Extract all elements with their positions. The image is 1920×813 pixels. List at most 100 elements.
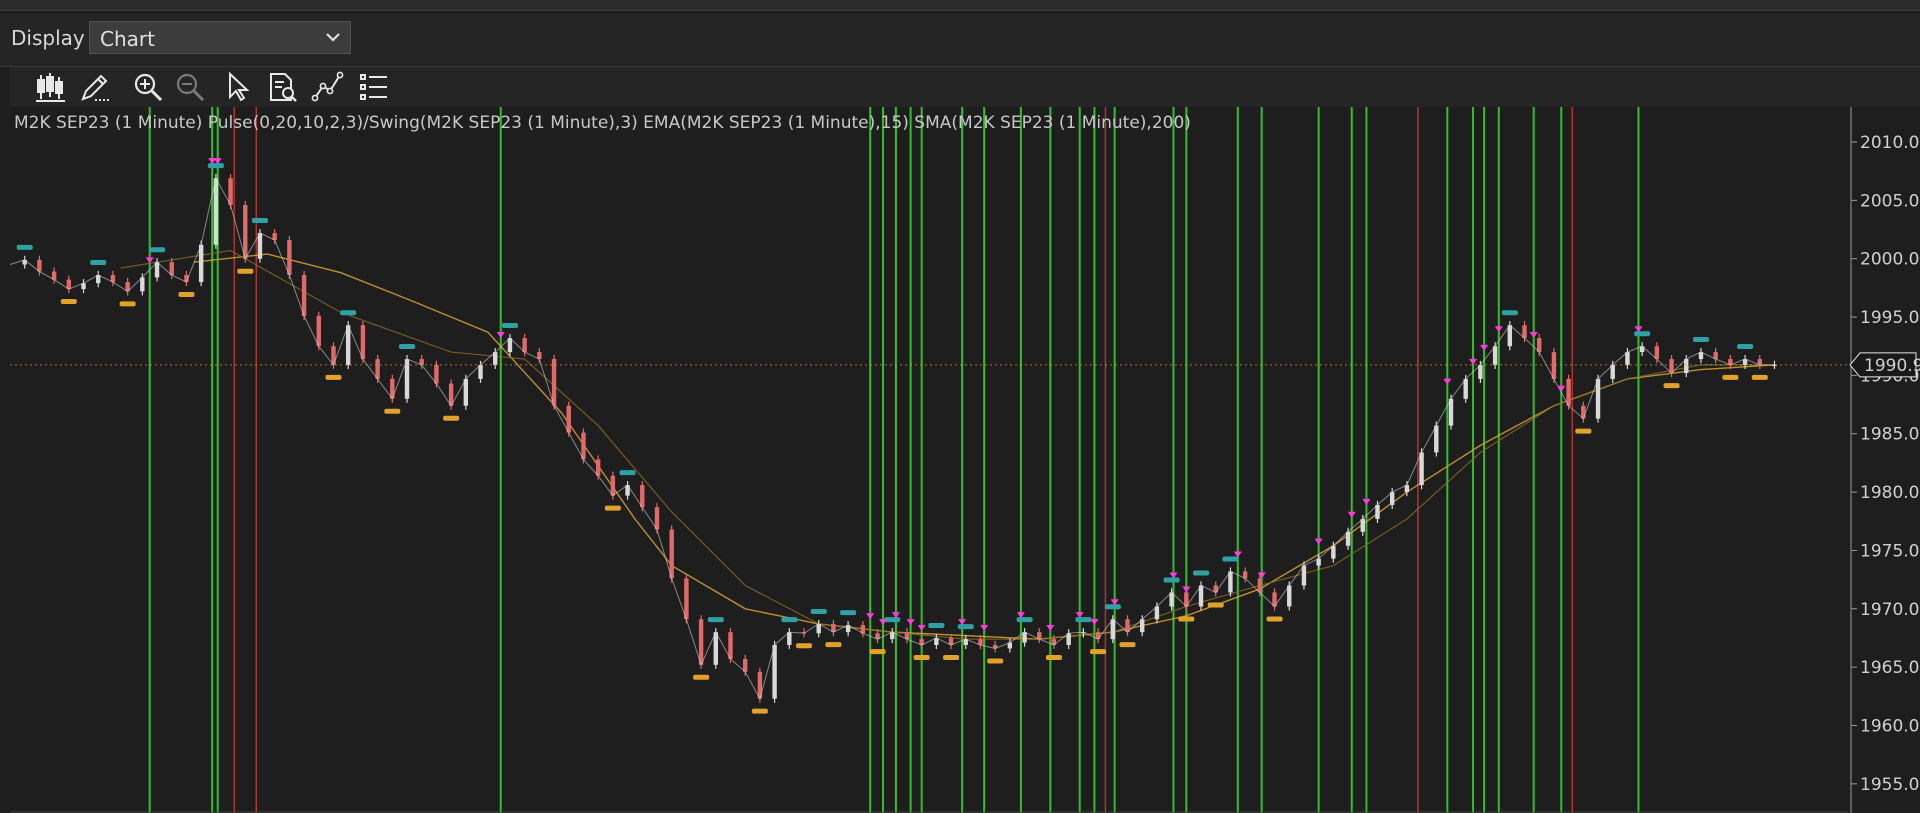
draw-pencil-icon[interactable] [77,69,113,105]
ema-line [120,249,1775,640]
last-price-label: 1990.9 [1864,356,1920,376]
chart-toolbar [10,67,1920,108]
indicators-icon[interactable] [310,69,346,105]
candle-body [1492,346,1498,365]
candle-body [1595,378,1601,419]
swing-high-marker [16,244,33,250]
swing-high-marker [1104,604,1121,610]
swing-low-marker [1575,428,1592,434]
candle-body [375,359,380,379]
candle-body [316,315,321,347]
y-axis-tick-label: 2005.0 [1860,191,1919,211]
swing-low-marker [60,299,77,305]
entry-arrow-icon [1557,385,1566,392]
candle-body [463,378,469,406]
price-chart[interactable]: 2010.02005.02000.01995.01990.01985.01980… [10,107,1920,813]
swing-low-marker [1119,642,1136,648]
candle-body [1228,571,1233,593]
properties-list-icon[interactable] [356,69,392,105]
swing-low-marker [178,292,195,298]
swing-high-marker [840,610,857,616]
swing-high-marker [1193,570,1210,576]
candle-body [728,632,733,659]
swing-high-marker [1692,337,1709,343]
pointer-icon[interactable] [220,69,256,105]
zoom-in-icon[interactable] [130,69,166,105]
y-axis-tick-label: 1995.0 [1860,308,1919,328]
candle-body [654,507,660,530]
candle-body [257,233,263,259]
swing-high-marker [1016,617,1033,623]
bar-style-icon[interactable] [32,69,68,105]
swing-low-marker [1722,374,1739,380]
entry-arrow-icon [1090,619,1099,626]
swing-low-marker [1178,616,1195,622]
candle-body [1419,452,1424,486]
swing-high-marker [340,310,357,316]
swing-low-marker [825,642,842,648]
swing-low-marker [796,643,813,649]
swing-high-marker [1501,310,1518,316]
candle-body [1301,565,1307,586]
y-axis-tick-label: 1975.0 [1860,541,1919,561]
candle-body [1448,398,1454,426]
entry-arrow-icon [1046,624,1055,631]
entry-arrow-icon [1469,358,1478,365]
swing-low-marker [751,708,768,714]
y-axis-tick-label: 1965.0 [1860,658,1919,678]
candle-body [287,240,292,276]
chevron-down-icon [324,28,342,50]
entry-arrow-icon [917,624,926,631]
data-box-icon[interactable] [264,69,300,105]
candle-body [713,632,718,665]
swing-low-marker [1045,654,1062,660]
y-axis-tick-label: 1970.0 [1860,600,1919,620]
instrument-legend: M2K SEP23 (1 Minute) Pulse(0,20,10,2,3)/… [14,113,1191,133]
candle-body [669,529,674,579]
entry-arrow-icon [879,619,888,626]
swing-high-marker [1163,577,1180,583]
entry-arrow-icon [980,624,989,631]
candle-body [684,578,689,620]
swing-low-marker [1751,374,1768,380]
candle-body [1434,425,1439,453]
display-select[interactable]: Chart [89,21,351,54]
swing-low-marker [1663,383,1680,389]
swing-low-marker [869,649,886,655]
swing-low-marker [325,374,342,380]
zoom-out-icon[interactable] [172,69,208,105]
entry-arrow-icon [1494,326,1503,333]
swing-low-marker [1090,649,1107,655]
swing-high-marker [501,323,518,329]
swing-low-marker [443,415,460,421]
y-axis-tick-label: 1980.0 [1860,483,1919,503]
y-axis-tick-label: 2000.0 [1860,250,1919,270]
swing-low-marker [604,505,621,511]
entry-arrow-icon [1182,586,1191,593]
candle-body [360,325,366,360]
swing-high-marker [1222,556,1239,562]
candle-body [1287,585,1292,607]
swing-low-marker [987,658,1004,664]
candle-body [551,359,557,406]
swing-high-marker [781,617,798,623]
display-label: Display [11,26,85,50]
entry-arrow-icon [496,332,505,339]
chart-panel[interactable]: 2010.02005.02000.01995.01990.01985.01980… [10,107,1920,813]
candle-body [1566,378,1571,406]
window-top-strip [0,0,1920,11]
swing-high-marker [399,344,416,350]
swing-low-marker [693,674,710,680]
entry-arrow-icon [1529,332,1538,339]
entry-arrow-icon [906,619,915,626]
candle-body [610,475,616,496]
swing-high-marker [251,218,268,224]
candle-body [213,178,219,245]
swing-high-marker [957,624,974,630]
y-axis-tick-label: 1955.0 [1860,775,1919,795]
y-axis-tick-label: 2010.0 [1860,133,1919,153]
candle-body [1551,352,1557,379]
swing-high-marker [90,260,107,266]
candle-body [640,485,645,508]
candle-body [1507,325,1513,347]
